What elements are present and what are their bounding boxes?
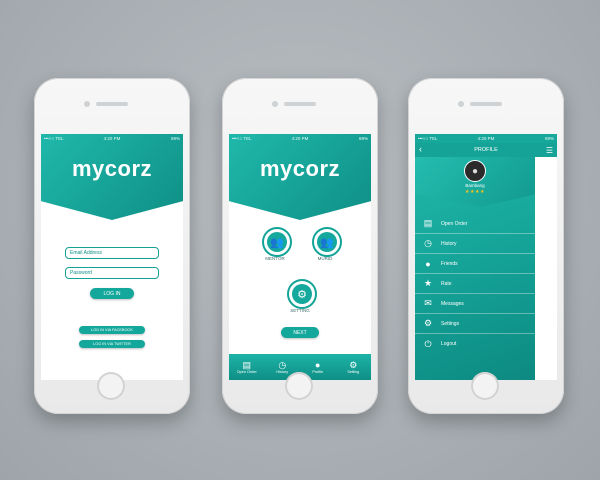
menu-label: Rate	[441, 280, 452, 287]
camera	[272, 101, 278, 107]
setting-button[interactable]: ⚙	[287, 279, 317, 309]
mentor-label: MENTOR	[265, 256, 285, 261]
tab-label: History	[276, 370, 289, 374]
clock-icon: ◷	[424, 238, 432, 248]
star-icon: ★	[423, 278, 433, 288]
home-button[interactable]	[471, 372, 499, 400]
facebook-login-button[interactable]: LOG IN VIA FACEBOOK	[79, 326, 145, 334]
select-screen: •••○○ TEL 4:20 PM 69% mycorz 👥 MENTOR 👥 …	[229, 134, 371, 380]
time: 4:20 PM	[291, 136, 309, 141]
document-icon: ▤	[242, 360, 251, 370]
menu-label: Friends	[441, 260, 458, 267]
group-icon: 👥	[267, 232, 287, 252]
menu-item-rate[interactable]: ★ Rate	[415, 274, 535, 294]
rating-stars: ★★★★	[465, 189, 485, 195]
time: 4:20 PM	[103, 136, 121, 141]
envelope-icon: ✉	[424, 298, 432, 308]
status-bar: •••○○ TEL 4:20 PM 69%	[41, 134, 183, 143]
camera	[84, 101, 90, 107]
menu-item-logout[interactable]: ⏻ Logout	[415, 334, 535, 354]
menu-label: Open Order	[441, 220, 468, 227]
email-field[interactable]: Email Address	[65, 247, 159, 259]
murid-label: MURID	[317, 256, 333, 261]
menu-item-messages[interactable]: ✉ Messages	[415, 294, 535, 314]
menu-item-history[interactable]: ◷ History	[415, 234, 535, 254]
menu-item-friends[interactable]: ● Friends	[415, 254, 535, 274]
status-bar: •••○○ TEL 4:20 PM 69%	[229, 134, 371, 143]
tab-open-order[interactable]: ▤ Open Order	[229, 354, 265, 380]
menu-label: Messages	[441, 300, 464, 307]
mentor-button[interactable]: 👥	[262, 227, 292, 257]
group-icon: 👥	[317, 232, 337, 252]
avatar: ●	[464, 160, 486, 182]
menu-item-settings[interactable]: ⚙ Settings	[415, 314, 535, 334]
tab-label: Open Order	[236, 370, 257, 374]
speaker	[470, 102, 502, 106]
login-button[interactable]: LOG IN	[90, 288, 134, 299]
murid-button[interactable]: 👥	[312, 227, 342, 257]
home-button[interactable]	[97, 372, 125, 400]
camera	[458, 101, 464, 107]
speaker	[96, 102, 128, 106]
status-bar: •••○○ TEL 4:20 PM 69%	[415, 134, 557, 143]
phone-login: •••○○ TEL 4:20 PM 69% mycorz Email Addre…	[34, 78, 190, 414]
time: 4:20 PM	[477, 136, 495, 141]
phone-profile: •••○○ TEL 4:20 PM 69% ‹ PROFILE ☰ ● Bamb…	[408, 78, 564, 414]
menu-label: Logout	[441, 341, 457, 347]
tab-label: Profile	[312, 370, 324, 374]
profile-screen: •••○○ TEL 4:20 PM 69% ‹ PROFILE ☰ ● Bamb…	[415, 134, 557, 380]
app-logo: mycorz	[71, 156, 153, 181]
login-screen: •••○○ TEL 4:20 PM 69% mycorz Email Addre…	[41, 134, 183, 380]
next-button[interactable]: NEXT	[281, 327, 319, 338]
speaker	[284, 102, 316, 106]
menu-label: History	[441, 240, 457, 247]
tab-setting[interactable]: ⚙ Setting	[336, 354, 372, 380]
twitter-login-button[interactable]: LOG IN VIA TWITTER	[79, 340, 145, 348]
menu-item-open-order[interactable]: ▤ Open Order	[415, 214, 535, 234]
document-icon: ▤	[423, 218, 433, 228]
app-logo: mycorz	[259, 156, 341, 181]
tab-label: Setting	[347, 370, 360, 374]
gear-icon: ⚙	[292, 284, 312, 304]
power-icon: ⏻	[424, 338, 432, 349]
clock-icon: ◷	[278, 360, 287, 370]
password-placeholder: Password	[70, 270, 92, 276]
user-icon: ●	[315, 360, 321, 370]
menu-label: Settings	[441, 320, 460, 327]
page-title: PROFILE	[474, 147, 498, 153]
gear-icon: ⚙	[423, 318, 433, 328]
user-icon: ●	[425, 258, 431, 269]
hamburger-menu-icon[interactable]: ☰	[546, 146, 553, 155]
password-field[interactable]: Password	[65, 267, 159, 279]
user-name: Bambang	[465, 183, 485, 188]
email-placeholder: Email Address	[70, 250, 102, 256]
setting-label: SETTING	[290, 308, 310, 313]
phone-select: •••○○ TEL 4:20 PM 69% mycorz 👥 MENTOR 👥 …	[222, 78, 378, 414]
home-button[interactable]	[285, 372, 313, 400]
gear-icon: ⚙	[349, 360, 358, 370]
